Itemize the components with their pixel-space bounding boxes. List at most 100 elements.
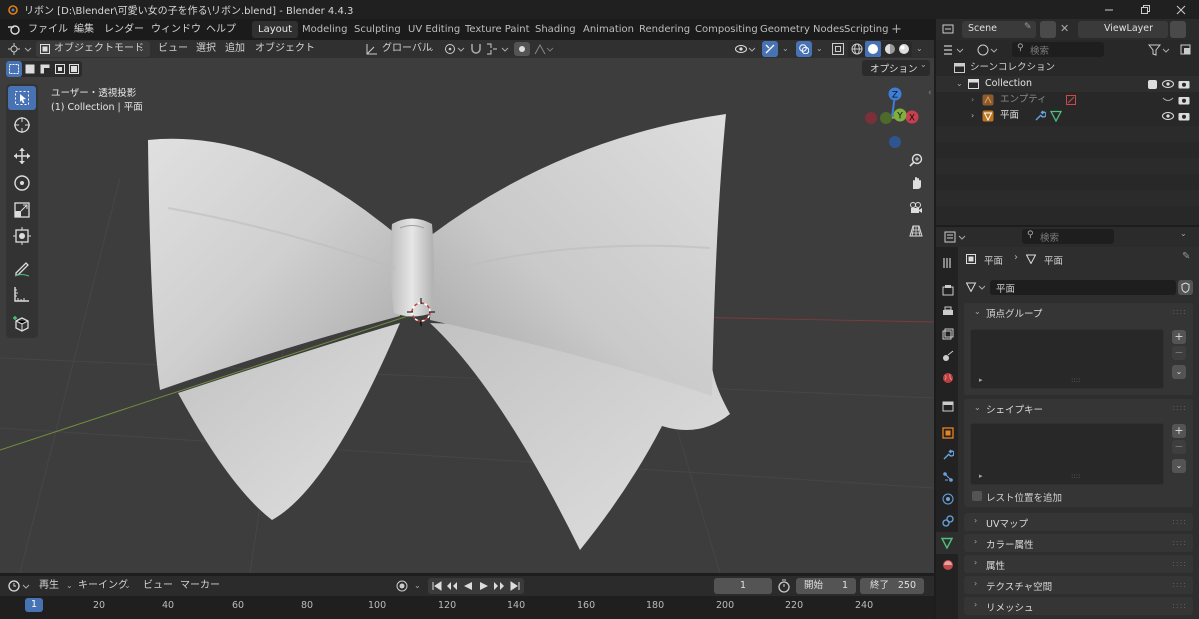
select-extend-icon[interactable] <box>25 64 35 74</box>
select-new-button[interactable] <box>6 61 22 77</box>
list-resize-grip-icon[interactable]: :::: <box>1071 376 1080 384</box>
add-shape-key-button[interactable]: + <box>1172 424 1186 438</box>
chevron-down-icon[interactable]: ⌄ <box>66 577 73 595</box>
tool-cursor[interactable] <box>8 113 36 137</box>
tab-animation[interactable]: Animation <box>577 21 640 38</box>
menu-window[interactable]: ウィンドウ <box>151 19 201 40</box>
prev-keyframe-icon[interactable] <box>446 581 458 591</box>
pan-button[interactable] <box>905 172 927 194</box>
gizmo-toggle-button[interactable] <box>762 41 778 57</box>
attributes-panel[interactable]: › 属性 :::: <box>964 555 1193 573</box>
options-dropdown[interactable]: オプション ⌄ <box>862 60 930 76</box>
properties-editor-icon[interactable] <box>944 231 968 243</box>
visibility-filter-icon[interactable] <box>735 43 757 55</box>
snap-magnet-icon[interactable] <box>470 43 482 55</box>
ortho-toggle-button[interactable] <box>905 220 927 242</box>
tab-compositing[interactable]: Compositing <box>689 21 764 38</box>
display-mode-icon[interactable] <box>976 43 998 57</box>
tab-modifiers[interactable] <box>940 447 956 463</box>
select-subtract-icon[interactable] <box>40 64 50 74</box>
pin-icon[interactable]: ✎ <box>1182 251 1190 262</box>
tab-sculpting[interactable]: Sculpting <box>348 21 407 38</box>
render-camera-icon[interactable] <box>1178 79 1190 89</box>
editor-type-icon[interactable] <box>942 43 964 57</box>
menu-playback[interactable]: 再生 <box>39 577 59 595</box>
chevron-down-icon[interactable]: ⌄ <box>414 577 421 595</box>
jump-end-icon[interactable] <box>510 581 520 591</box>
overlay-toggle-button[interactable] <box>796 41 812 57</box>
current-frame-field[interactable]: 1 <box>714 578 772 594</box>
editor-type-icon[interactable] <box>8 42 34 56</box>
start-frame-field[interactable]: 開始 1 <box>796 578 856 594</box>
expand-chevron-icon[interactable]: ⌄ <box>956 76 963 92</box>
outliner-row-collection[interactable]: ⌄ Collection <box>936 76 1199 92</box>
hidden-eye-icon[interactable] <box>1162 97 1174 103</box>
new-viewlayer-button[interactable] <box>1170 21 1186 38</box>
menu-add[interactable]: 追加 <box>225 40 245 58</box>
timeline-ruler[interactable]: 1 20 40 60 80 100 120 140 160 180 200 22… <box>0 596 934 619</box>
tab-geometry-nodes[interactable]: Geometry Nodes <box>754 21 850 38</box>
navigation-gizmo[interactable]: Z Y X <box>862 82 922 152</box>
tab-shading[interactable]: Shading <box>529 21 582 38</box>
end-frame-field[interactable]: 終了 250 <box>860 578 924 594</box>
outliner-row-scene-collection[interactable]: シーンコレクション <box>936 60 1199 76</box>
snap-target-icon[interactable] <box>486 43 510 55</box>
expand-chevron-icon[interactable]: › <box>971 92 974 108</box>
transform-orientation-selector[interactable]: グローバル <box>382 40 432 58</box>
expand-chevron-icon[interactable]: › <box>971 108 974 124</box>
select-invert-icon[interactable] <box>55 64 65 74</box>
menu-keying[interactable]: キーイング <box>78 577 128 595</box>
outliner-row-plane[interactable]: › 平面 <box>936 108 1199 124</box>
chevron-down-icon[interactable]: ⌄ <box>124 577 131 595</box>
tool-rotate[interactable] <box>8 171 36 195</box>
shape-key-list[interactable]: ▸ :::: <box>970 423 1164 485</box>
menu-view[interactable]: ビュー <box>143 577 173 595</box>
expand-list-icon[interactable]: ▸ <box>979 472 983 480</box>
render-camera-icon[interactable] <box>1178 111 1190 121</box>
menu-select[interactable]: 選択 <box>196 40 216 58</box>
drag-grip-icon[interactable]: :::: <box>1172 307 1187 316</box>
play-icon[interactable] <box>479 581 489 591</box>
chevron-down-icon[interactable]: ⌄ <box>428 40 435 58</box>
remesh-panel[interactable]: › リメッシュ :::: <box>964 597 1193 615</box>
close-window-button[interactable] <box>1163 0 1199 19</box>
visibility-eye-icon[interactable] <box>1162 112 1174 120</box>
tab-modeling[interactable]: Modeling <box>296 21 354 38</box>
material-shading-icon[interactable] <box>884 43 896 55</box>
shape-key-menu-button[interactable]: ⌄ <box>1172 459 1186 473</box>
chevron-down-icon[interactable]: ⌄ <box>782 40 789 58</box>
mesh-name-input[interactable]: 平面 <box>990 280 1176 295</box>
rest-position-checkbox[interactable] <box>972 491 982 501</box>
menu-view[interactable]: ビュー <box>158 40 188 58</box>
tab-rendering[interactable]: Rendering <box>633 21 696 38</box>
maximize-button[interactable] <box>1127 0 1163 19</box>
expand-list-icon[interactable]: ▸ <box>979 376 983 384</box>
minimize-button[interactable] <box>1091 0 1127 19</box>
remove-vertex-group-button[interactable]: − <box>1172 346 1186 360</box>
list-resize-grip-icon[interactable]: :::: <box>1071 472 1080 480</box>
drag-grip-icon[interactable]: :::: <box>1172 601 1187 610</box>
proportional-edit-button[interactable] <box>514 42 530 56</box>
properties-search-input[interactable]: ⚲ 検索 <box>1022 229 1114 244</box>
new-collection-icon[interactable] <box>1179 43 1193 57</box>
chevron-down-icon[interactable]: ⌄ <box>1180 229 1187 238</box>
select-intersect-icon[interactable] <box>69 64 79 74</box>
3d-viewport[interactable]: オプション ⌄ ユーザー・透視投影 (1) Collection | 平面 Z … <box>0 58 934 573</box>
tab-data-active[interactable] <box>936 532 958 554</box>
vertex-group-menu-button[interactable]: ⌄ <box>1172 365 1186 379</box>
tab-material[interactable] <box>940 557 956 573</box>
pin-icon[interactable]: ✎ <box>1024 22 1032 32</box>
tab-constraints[interactable] <box>940 513 956 529</box>
tool-move[interactable] <box>8 144 36 168</box>
record-icon[interactable] <box>396 580 408 592</box>
viewlayer-selector[interactable]: ViewLayer <box>1078 21 1168 38</box>
tab-object[interactable] <box>940 425 956 441</box>
stopwatch-icon[interactable] <box>777 579 791 593</box>
texture-space-panel[interactable]: › テクスチャ空間 :::: <box>964 576 1193 594</box>
scene-selector[interactable]: Scene ✎ <box>962 21 1036 38</box>
shape-keys-title[interactable]: シェイプキー <box>986 402 1043 416</box>
collection-checkbox[interactable] <box>1148 80 1157 89</box>
tool-transform[interactable] <box>8 224 36 248</box>
menu-file[interactable]: ファイル <box>28 19 68 40</box>
collapse-chevron-icon[interactable]: ⌄ <box>974 403 981 412</box>
